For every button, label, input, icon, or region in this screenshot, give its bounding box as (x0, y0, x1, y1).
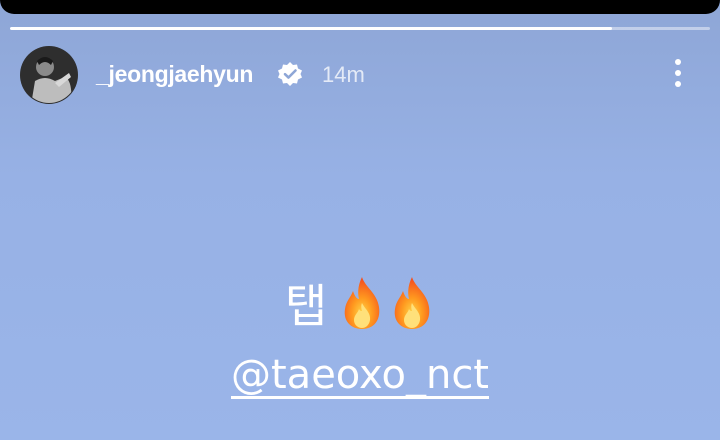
story-caption: 탭 (0, 270, 720, 336)
fire-icon (394, 277, 430, 329)
mention-link[interactable]: @taeoxo_nct (0, 352, 720, 398)
mention-text[interactable]: @taeoxo_nct (231, 352, 489, 398)
story-progress-fill (10, 27, 612, 30)
story-progress-bar (10, 27, 710, 30)
fire-icon (344, 277, 380, 329)
verified-badge-icon (278, 62, 302, 86)
status-bar (0, 0, 720, 14)
caption-text: 탭 (284, 279, 328, 333)
more-vertical-icon[interactable] (664, 56, 692, 90)
avatar[interactable] (20, 46, 78, 104)
username[interactable]: _jeongjaehyun (96, 61, 253, 88)
post-time: 14m (322, 62, 365, 87)
